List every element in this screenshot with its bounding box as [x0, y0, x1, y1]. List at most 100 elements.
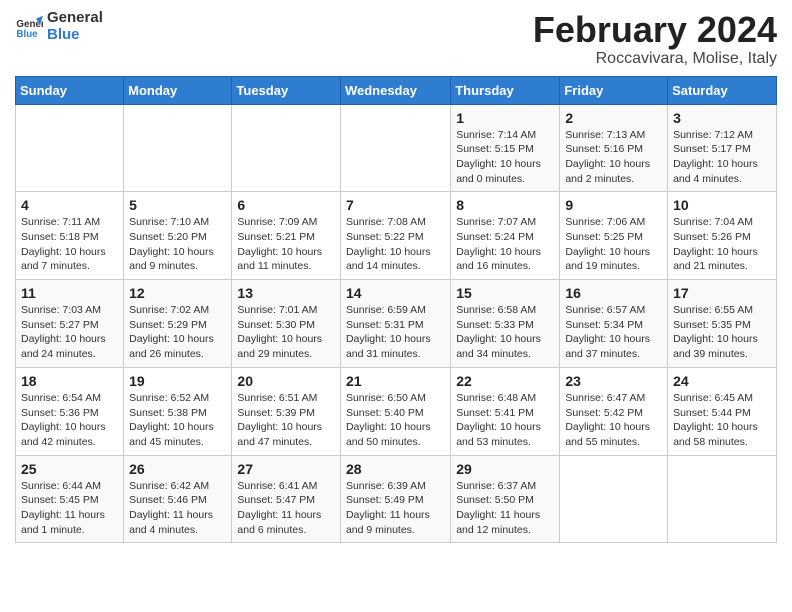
calendar-cell [560, 455, 668, 543]
calendar-cell: 4Sunrise: 7:11 AM Sunset: 5:18 PM Daylig… [16, 192, 124, 280]
day-number: 28 [346, 461, 445, 477]
day-info: Sunrise: 7:07 AM Sunset: 5:24 PM Dayligh… [456, 215, 554, 274]
day-number: 2 [565, 110, 662, 126]
day-number: 18 [21, 373, 118, 389]
day-info: Sunrise: 7:02 AM Sunset: 5:29 PM Dayligh… [129, 303, 226, 362]
calendar-cell: 13 Sunrise: 7:01 AM Sunset: 5:30 PM Dayli… [232, 280, 341, 368]
calendar-cell: 2 Sunrise: 7:13 AM Sunset: 5:16 PM Daylig… [560, 104, 668, 192]
calendar-cell: 23 Sunrise: 6:47 AM Sunset: 5:42 PM Dayli… [560, 367, 668, 455]
calendar-week-row: 11 Sunrise: 7:03 AM Sunset: 5:27 PM Dayli… [16, 280, 777, 368]
day-info: Sunrise: 7:12 AM Sunset: 5:17 PM Dayligh… [673, 128, 771, 187]
calendar-cell: 27 Sunrise: 6:41 AM Sunset: 5:47 PM Dayli… [232, 455, 341, 543]
day-info: Sunrise: 6:51 AM Sunset: 5:39 PM Dayligh… [237, 391, 335, 450]
calendar-cell [340, 104, 450, 192]
day-number: 15 [456, 285, 554, 301]
location-subtitle: Roccavivara, Molise, Italy [533, 50, 777, 68]
calendar-cell: 17 Sunrise: 6:55 AM Sunset: 5:35 PM Dayli… [668, 280, 777, 368]
day-number: 13 [237, 285, 335, 301]
day-info: Sunrise: 7:08 AM Sunset: 5:22 PM Dayligh… [346, 215, 445, 274]
day-info: Sunrise: 6:42 AM Sunset: 5:46 PM Dayligh… [129, 479, 226, 538]
calendar-week-row: 25 Sunrise: 6:44 AM Sunset: 5:45 PM Dayli… [16, 455, 777, 543]
calendar-cell [668, 455, 777, 543]
calendar-cell: 10 Sunrise: 7:04 AM Sunset: 5:26 PM Dayli… [668, 192, 777, 280]
day-number: 8 [456, 197, 554, 213]
day-number: 22 [456, 373, 554, 389]
day-number: 26 [129, 461, 226, 477]
calendar-cell: 8 Sunrise: 7:07 AM Sunset: 5:24 PM Daylig… [451, 192, 560, 280]
day-info: Sunrise: 6:52 AM Sunset: 5:38 PM Dayligh… [129, 391, 226, 450]
day-info: Sunrise: 7:10 AM Sunset: 5:20 PM Dayligh… [129, 215, 226, 274]
day-info: Sunrise: 7:13 AM Sunset: 5:16 PM Dayligh… [565, 128, 662, 187]
weekday-header: Friday [560, 76, 668, 104]
day-info: Sunrise: 7:14 AM Sunset: 5:15 PM Dayligh… [456, 128, 554, 187]
title-block: February 2024 Roccavivara, Molise, Italy [533, 10, 777, 68]
calendar-cell: 6 Sunrise: 7:09 AM Sunset: 5:21 PM Daylig… [232, 192, 341, 280]
calendar-cell: 18 Sunrise: 6:54 AM Sunset: 5:36 PM Dayli… [16, 367, 124, 455]
day-number: 11 [21, 285, 118, 301]
calendar-cell: 19 Sunrise: 6:52 AM Sunset: 5:38 PM Dayli… [124, 367, 232, 455]
day-number: 1 [456, 110, 554, 126]
day-info: Sunrise: 7:03 AM Sunset: 5:27 PM Dayligh… [21, 303, 118, 362]
day-info: Sunrise: 6:44 AM Sunset: 5:45 PM Dayligh… [21, 479, 118, 538]
day-info: Sunrise: 6:48 AM Sunset: 5:41 PM Dayligh… [456, 391, 554, 450]
day-number: 7 [346, 197, 445, 213]
day-number: 3 [673, 110, 771, 126]
calendar-week-row: 18 Sunrise: 6:54 AM Sunset: 5:36 PM Dayli… [16, 367, 777, 455]
calendar-cell: 15Sunrise: 6:58 AM Sunset: 5:33 PM Dayli… [451, 280, 560, 368]
calendar-table: SundayMondayTuesdayWednesdayThursdayFrid… [15, 76, 777, 544]
day-info: Sunrise: 7:04 AM Sunset: 5:26 PM Dayligh… [673, 215, 771, 274]
day-number: 17 [673, 285, 771, 301]
calendar-cell: 26 Sunrise: 6:42 AM Sunset: 5:46 PM Dayli… [124, 455, 232, 543]
calendar-cell: 24 Sunrise: 6:45 AM Sunset: 5:44 PM Dayli… [668, 367, 777, 455]
calendar-cell: 3 Sunrise: 7:12 AM Sunset: 5:17 PM Daylig… [668, 104, 777, 192]
weekday-header: Thursday [451, 76, 560, 104]
day-info: Sunrise: 6:54 AM Sunset: 5:36 PM Dayligh… [21, 391, 118, 450]
weekday-header: Tuesday [232, 76, 341, 104]
day-number: 27 [237, 461, 335, 477]
calendar-cell [16, 104, 124, 192]
month-year-title: February 2024 [533, 10, 777, 50]
day-info: Sunrise: 6:57 AM Sunset: 5:34 PM Dayligh… [565, 303, 662, 362]
day-number: 23 [565, 373, 662, 389]
calendar-cell: 16Sunrise: 6:57 AM Sunset: 5:34 PM Dayli… [560, 280, 668, 368]
weekday-header: Saturday [668, 76, 777, 104]
day-info: Sunrise: 6:45 AM Sunset: 5:44 PM Dayligh… [673, 391, 771, 450]
calendar-cell: 21 Sunrise: 6:50 AM Sunset: 5:40 PM Dayli… [340, 367, 450, 455]
calendar-cell: 28 Sunrise: 6:39 AM Sunset: 5:49 PM Dayli… [340, 455, 450, 543]
day-info: Sunrise: 7:09 AM Sunset: 5:21 PM Dayligh… [237, 215, 335, 274]
weekday-header: Sunday [16, 76, 124, 104]
calendar-header-row: SundayMondayTuesdayWednesdayThursdayFrid… [16, 76, 777, 104]
day-number: 10 [673, 197, 771, 213]
day-info: Sunrise: 6:50 AM Sunset: 5:40 PM Dayligh… [346, 391, 445, 450]
day-number: 12 [129, 285, 226, 301]
day-number: 9 [565, 197, 662, 213]
calendar-cell: 25 Sunrise: 6:44 AM Sunset: 5:45 PM Dayli… [16, 455, 124, 543]
day-info: Sunrise: 6:41 AM Sunset: 5:47 PM Dayligh… [237, 479, 335, 538]
day-info: Sunrise: 7:06 AM Sunset: 5:25 PM Dayligh… [565, 215, 662, 274]
logo-blue: Blue [47, 27, 103, 44]
calendar-cell: 22 Sunrise: 6:48 AM Sunset: 5:41 PM Dayli… [451, 367, 560, 455]
header: General Blue General Blue February 2024 … [15, 10, 777, 68]
calendar-cell [124, 104, 232, 192]
day-number: 20 [237, 373, 335, 389]
day-info: Sunrise: 6:47 AM Sunset: 5:42 PM Dayligh… [565, 391, 662, 450]
day-info: Sunrise: 6:37 AM Sunset: 5:50 PM Dayligh… [456, 479, 554, 538]
logo: General Blue General Blue [15, 10, 103, 43]
weekday-header: Monday [124, 76, 232, 104]
day-number: 14 [346, 285, 445, 301]
calendar-cell: 29Sunrise: 6:37 AM Sunset: 5:50 PM Dayli… [451, 455, 560, 543]
calendar-cell: 14 Sunrise: 6:59 AM Sunset: 5:31 PM Dayli… [340, 280, 450, 368]
day-info: Sunrise: 6:59 AM Sunset: 5:31 PM Dayligh… [346, 303, 445, 362]
day-number: 24 [673, 373, 771, 389]
day-info: Sunrise: 7:01 AM Sunset: 5:30 PM Dayligh… [237, 303, 335, 362]
day-info: Sunrise: 6:55 AM Sunset: 5:35 PM Dayligh… [673, 303, 771, 362]
day-number: 19 [129, 373, 226, 389]
calendar-cell [232, 104, 341, 192]
day-number: 21 [346, 373, 445, 389]
calendar-cell: 1 Sunrise: 7:14 AM Sunset: 5:15 PM Daylig… [451, 104, 560, 192]
svg-text:Blue: Blue [16, 28, 38, 39]
day-number: 6 [237, 197, 335, 213]
day-number: 25 [21, 461, 118, 477]
calendar-week-row: 4Sunrise: 7:11 AM Sunset: 5:18 PM Daylig… [16, 192, 777, 280]
day-info: Sunrise: 6:39 AM Sunset: 5:49 PM Dayligh… [346, 479, 445, 538]
